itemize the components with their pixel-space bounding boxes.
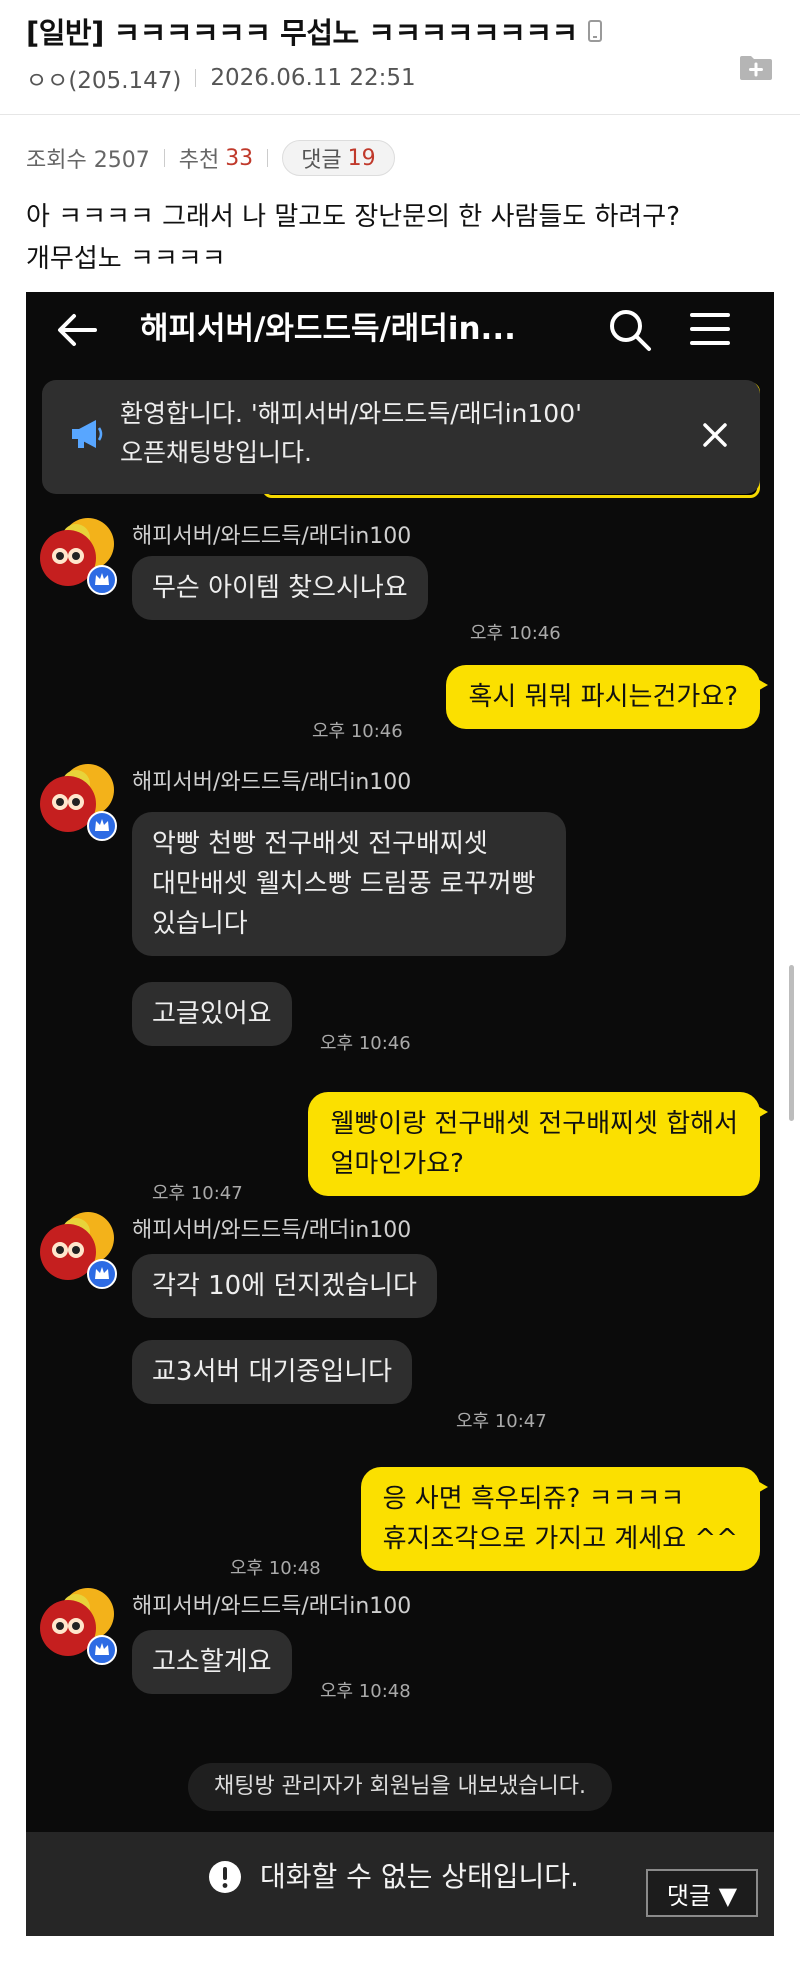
sender-name: 해피서버/와드드득/래더in100: [132, 524, 412, 549]
chat-app-bar: 해피서버/와드드득/래더in...: [26, 292, 774, 368]
back-arrow-icon: [58, 314, 97, 346]
message-time: 오후 10:46: [312, 721, 403, 742]
comment-count: 19: [347, 145, 376, 171]
message-bubble-outgoing: 응 사면 흑우되쥬? ㅋㅋㅋㅋ 휴지조각으로 가지고 계세요 ^^: [360, 1467, 769, 1571]
notice-line: 환영합니다. '해피서버/와드드득/래더in100': [120, 399, 582, 428]
message-bubble-outgoing: 혹시 뭐뭐 파시는건가요?: [446, 665, 768, 729]
meta-divider: [195, 69, 197, 87]
close-icon: [703, 423, 727, 447]
chat-screenshot: 해피서버/와드드득/래더in... 환영합니다. '해피서버/와드드득/래더in…: [26, 292, 774, 1936]
message-line: 응 사면 흑우되쥬? ㅋㅋㅋㅋ: [382, 1484, 685, 1514]
comment-count-button[interactable]: 댓글 19: [282, 140, 395, 176]
message-bubble-incoming: 무슨 아이템 찾으시나요: [132, 556, 428, 620]
notice-text: 환영합니다. '해피서버/와드드득/래더in100' 오픈채팅방입니다.: [120, 394, 680, 472]
chat-notice: 환영합니다. '해피서버/와드드득/래더in100' 오픈채팅방입니다.: [42, 380, 760, 494]
header-divider: [0, 114, 800, 115]
notice-line: 오픈채팅방입니다.: [120, 438, 312, 467]
avatar: [40, 764, 117, 841]
post-datetime: 2026.06.11 22:51: [210, 65, 416, 91]
message-line: 웰빵이랑 전구배셋 전구배찌셋 합해서: [330, 1109, 738, 1139]
message-line: 휴지조각으로 가지고 계세요 ^^: [382, 1524, 738, 1554]
post-body: 아 ㅋㅋㅋㅋ 그래서 나 말고도 장난문의 한 사람들도 하려구? 개무섭노 ㅋ…: [26, 196, 786, 280]
avatar: [40, 1212, 117, 1289]
search-icon: [610, 310, 651, 351]
message-line: 있습니다: [152, 909, 248, 939]
megaphone-icon: [72, 420, 103, 448]
input-disabled-text: 대화할 수 없는 상태입니다.: [260, 1860, 579, 1893]
sender-name: 해피서버/와드드득/래더in100: [132, 1218, 412, 1243]
message-time: 오후 10:47: [152, 1183, 243, 1204]
message-bubble-incoming: 악빵 천빵 전구배셋 전구배찌셋 대만배셋 웰치스빵 드림풍 로꾸꺼빵 있습니다: [132, 812, 566, 956]
message-bubble-incoming: 고글있어요: [132, 982, 292, 1046]
avatar: [40, 1588, 117, 1665]
post-meta: ㅇㅇ(205.147) 2026.06.11 22:51: [26, 62, 416, 94]
message-time: 오후 10:46: [320, 1033, 411, 1054]
recommend-label: 추천: [178, 148, 220, 173]
message-line: 얼마인가요?: [330, 1149, 464, 1179]
stats-divider: [267, 149, 269, 167]
sender-name: 해피서버/와드드득/래더in100: [132, 770, 412, 795]
message-time: 오후 10:48: [320, 1681, 411, 1702]
message-time: 오후 10:47: [456, 1411, 547, 1432]
post-title: [일반] ㅋㅋㅋㅋㅋㅋ 무섭노 ㅋㅋㅋㅋㅋㅋㅋㅋ: [26, 8, 726, 54]
view-count: 조회수 2507: [26, 148, 150, 173]
page-scrollbar-thumb[interactable]: [789, 965, 794, 1121]
message-line: 악빵 천빵 전구배셋 전구배찌셋: [152, 829, 488, 859]
post-title-text: [일반] ㅋㅋㅋㅋㅋㅋ 무섭노 ㅋㅋㅋㅋㅋㅋㅋㅋ: [26, 16, 578, 50]
post-stats: 조회수 2507 추천 33 댓글 19: [26, 140, 395, 176]
system-message: 채팅방 관리자가 회원님을 내보냈습니다.: [188, 1763, 612, 1811]
comment-toggle-button[interactable]: 댓글 ▼: [646, 1869, 758, 1917]
message-line: 대만배셋 웰치스빵 드림풍 로꾸꺼빵: [152, 869, 536, 899]
folder-add-icon[interactable]: [738, 54, 774, 82]
message-bubble-incoming: 고소할게요: [132, 1630, 292, 1694]
post-body-line: 개무섭노 ㅋㅋㅋㅋ: [26, 244, 226, 274]
post-body-line: 아 ㅋㅋㅋㅋ 그래서 나 말고도 장난문의 한 사람들도 하려구?: [26, 202, 680, 232]
comment-label: 댓글: [301, 148, 342, 173]
author-name[interactable]: ㅇㅇ(205.147): [26, 61, 181, 95]
sender-name: 해피서버/와드드득/래더in100: [132, 1594, 412, 1619]
avatar: [40, 518, 117, 595]
message-bubble-incoming: 교3서버 대기중입니다: [132, 1340, 413, 1404]
alert-icon: [209, 1861, 241, 1893]
recommend-count: 33: [225, 145, 254, 171]
stats-divider: [163, 149, 165, 167]
menu-icon: [690, 313, 730, 345]
message-bubble-outgoing: 웰빵이랑 전구배셋 전구배찌셋 합해서 얼마인가요?: [308, 1092, 768, 1196]
chat-room-title: 해피서버/와드드득/래더in...: [140, 311, 516, 347]
message-bubble-incoming: 각각 10에 던지겠습니다: [132, 1254, 437, 1318]
mobile-icon: [587, 20, 602, 42]
message-time: 오후 10:46: [470, 623, 561, 644]
chat-input-bar: 대화할 수 없는 상태입니다. 댓글 ▼: [26, 1832, 774, 1936]
message-time: 오후 10:48: [230, 1558, 321, 1579]
